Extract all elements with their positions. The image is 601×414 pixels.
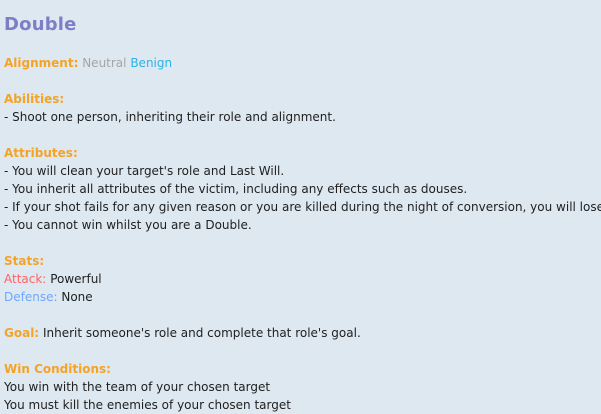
goal-line: Goal: Inherit someone's role and complet… (4, 324, 601, 342)
goal-text: Inherit someone's role and complete that… (42, 326, 361, 340)
abilities-label: Abilities: (4, 92, 65, 106)
alignment-subtype: Benign (130, 56, 173, 70)
attribute-item: - You will clean your target's role and … (4, 164, 285, 178)
goal-section: Goal: Inherit someone's role and complet… (4, 324, 601, 342)
attributes-section: Attributes: - You will clean your target… (4, 144, 601, 234)
alignment-section: Alignment: Neutral Benign (4, 54, 601, 72)
win-conditions-section: Win Conditions: You win with the team of… (4, 360, 601, 414)
defense-label: Defense: (4, 290, 58, 304)
role-title: Double (4, 14, 77, 35)
alignment-label: Alignment: (4, 56, 79, 70)
win-condition-item: You must kill the enemies of your chosen… (4, 398, 291, 412)
alignment-line: Alignment: Neutral Benign (4, 54, 601, 72)
attribute-item: - You cannot win whilst you are a Double… (4, 218, 252, 232)
stats-section: Stats: Attack: Powerful Defense: None (4, 252, 601, 306)
attributes-label: Attributes: (4, 146, 78, 160)
defense-stat: Defense: None (4, 288, 601, 306)
alignment-faction: Neutral (82, 56, 127, 70)
attack-stat: Attack: Powerful (4, 270, 601, 288)
attack-label: Attack: (4, 272, 47, 286)
attribute-item: - If your shot fails for any given reaso… (4, 200, 601, 214)
abilities-section: Abilities: - Shoot one person, inheritin… (4, 90, 601, 126)
ability-item: - Shoot one person, inheriting their rol… (4, 110, 336, 124)
role-card: Double Alignment: Neutral Benign Abiliti… (4, 0, 601, 414)
win-conditions-label: Win Conditions: (4, 362, 111, 376)
goal-label: Goal: (4, 326, 40, 340)
win-condition-item: You win with the team of your chosen tar… (4, 380, 271, 394)
attack-value: Powerful (50, 272, 102, 286)
defense-value: None (61, 290, 93, 304)
stats-label: Stats: (4, 254, 45, 268)
attribute-item: - You inherit all attributes of the vict… (4, 182, 468, 196)
